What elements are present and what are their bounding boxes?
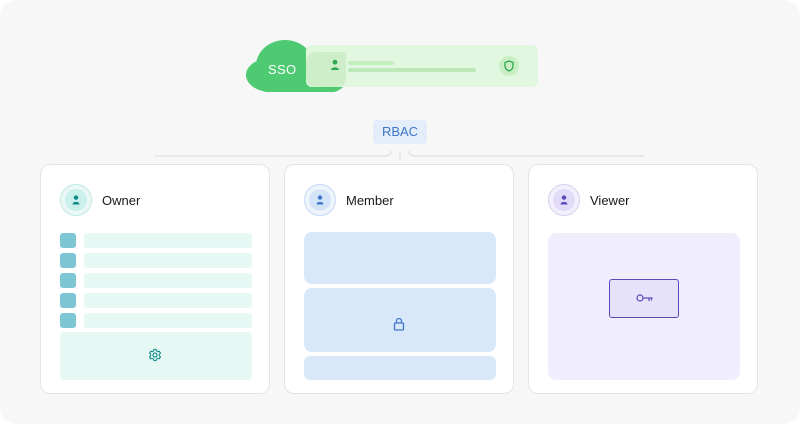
user-icon [560,195,568,205]
role-card-member: Member [284,164,514,394]
viewer-avatar [548,184,580,216]
diagram-canvas: SSO RBAC Owner Member Viewer [0,0,800,424]
viewer-key-box [609,279,679,318]
member-content-block [304,232,496,284]
role-title-owner: Owner [102,193,141,208]
role-title-viewer: Viewer [590,193,630,208]
user-icon [72,195,80,205]
role-title-member: Member [346,193,394,208]
owner-avatar [60,184,92,216]
member-avatar [304,184,336,216]
lock-icon [393,317,405,331]
member-content-block [304,356,496,380]
owner-settings-panel [60,332,252,380]
viewer-panel [548,233,740,380]
gear-icon [148,348,162,362]
key-icon [636,294,653,302]
member-locked-block [304,288,496,352]
role-card-viewer: Viewer [528,164,758,394]
user-icon [316,195,324,205]
rbac-badge: RBAC [373,120,427,144]
role-card-owner: Owner [40,164,270,394]
